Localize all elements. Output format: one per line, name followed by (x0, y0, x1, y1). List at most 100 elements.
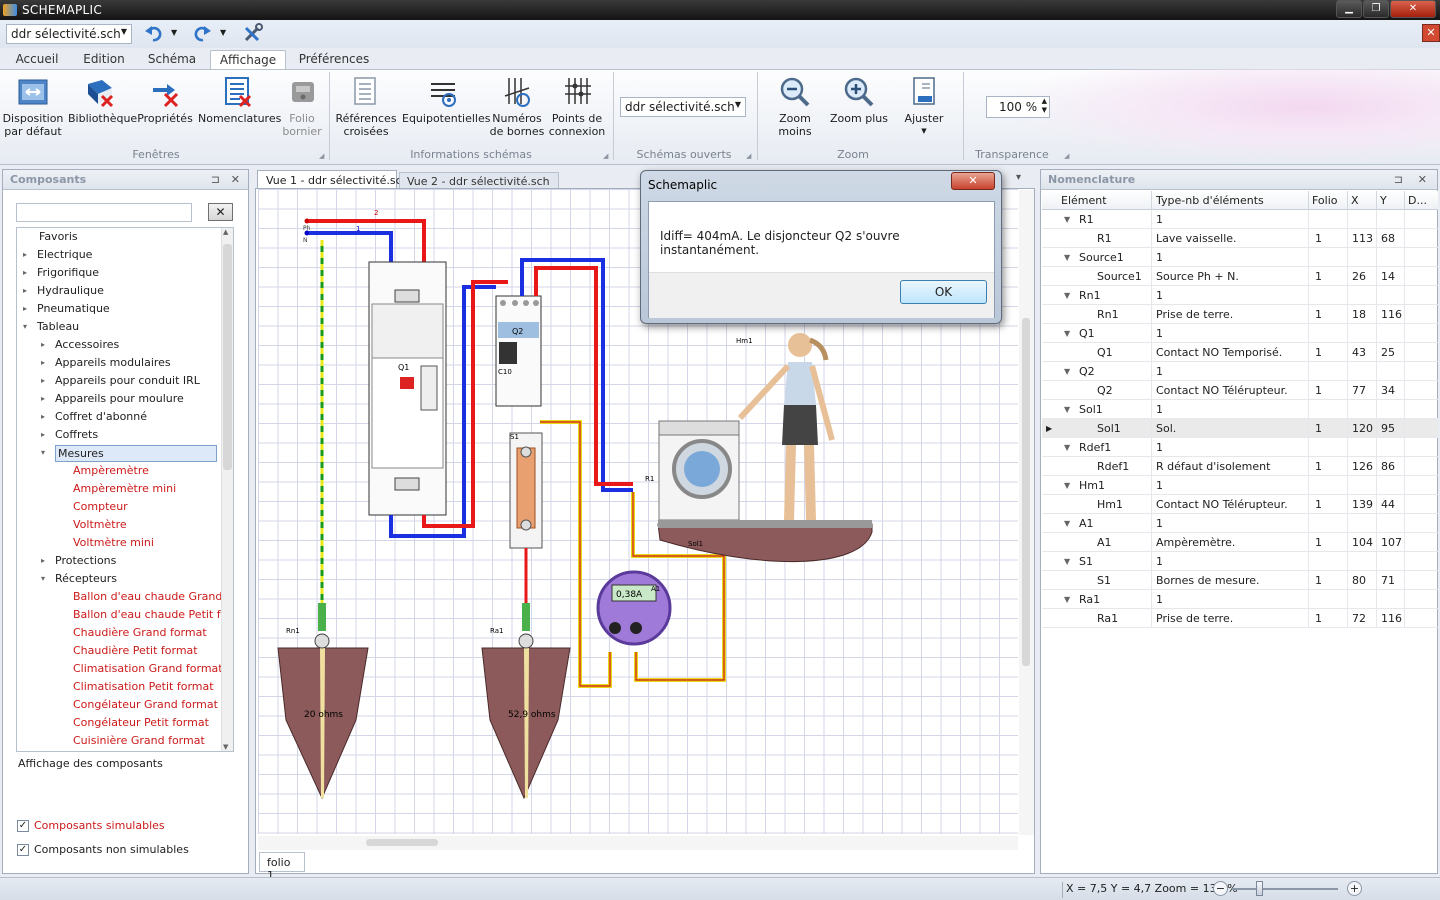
chevron-right-icon[interactable]: ▸ (41, 354, 45, 372)
col-y[interactable]: Y (1380, 194, 1387, 207)
tab-edition[interactable]: Edition (76, 50, 132, 70)
equipotentielles-button[interactable]: Equipotentielles (402, 76, 490, 125)
zoom-out-button[interactable]: − (1213, 881, 1228, 896)
chevron-down-icon[interactable]: ▾ (41, 444, 45, 462)
table-row[interactable]: Hm1 Contact NO Télérupteur. 1 139 44 (1042, 495, 1438, 514)
collapse-icon[interactable]: ▼ (1064, 291, 1070, 300)
collapse-icon[interactable]: ▼ (1064, 519, 1070, 528)
points-connexion-button[interactable]: Points de connexion (548, 76, 606, 138)
tree-item[interactable]: ▸ Coffret d'abonné (17, 408, 221, 426)
zoom-moins-button[interactable]: Zoom moins (762, 76, 828, 138)
tree-item[interactable]: ▾ Mesures (17, 444, 221, 462)
non-simulable-checkbox[interactable]: ✓ (17, 844, 29, 856)
table-row[interactable]: Rdef1 R défaut d'isolement 1 126 86 (1042, 457, 1438, 476)
group-row[interactable]: ▼ Q1 1 (1042, 324, 1438, 343)
group-row[interactable]: ▼ Hm1 1 (1042, 476, 1438, 495)
tree-item[interactable]: Ampèremètre (17, 462, 221, 480)
tree-scrollbar[interactable]: ▲ ▼ (221, 228, 233, 751)
ajuster-button[interactable]: Ajuster ▼ (898, 76, 950, 138)
collapse-icon[interactable]: ▼ (1064, 481, 1070, 490)
chevron-right-icon[interactable]: ▸ (41, 372, 45, 390)
table-row[interactable]: Source1 Source Ph + N. 1 26 14 (1042, 267, 1438, 286)
group-row[interactable]: ▼ Sol1 1 (1042, 400, 1438, 419)
canvas-vscrollbar[interactable] (1019, 190, 1034, 835)
table-row[interactable]: S1 Bornes de mesure. 1 80 71 (1042, 571, 1438, 590)
table-row[interactable]: Q1 Contact NO Temporisé. 1 43 25 (1042, 343, 1438, 362)
group-row[interactable]: ▼ R1 1 (1042, 210, 1438, 229)
tree-item[interactable]: Chaudière Petit format (17, 642, 221, 660)
collapse-icon[interactable]: ▼ (1064, 215, 1070, 224)
tree-item[interactable]: Chaudière Grand format (17, 624, 221, 642)
chevron-right-icon[interactable]: ▸ (23, 282, 27, 300)
zoom-slider-thumb[interactable] (1256, 881, 1263, 896)
collapse-icon[interactable]: ▼ (1064, 557, 1070, 566)
tree-item[interactable]: ▸ Appareils modulaires (17, 354, 221, 372)
table-row[interactable]: R1 Lave vaisselle. 1 113 68 (1042, 229, 1438, 248)
collapse-icon[interactable]: ▼ (1064, 595, 1070, 604)
canvas-hscrollbar[interactable] (258, 836, 1018, 850)
tree-item[interactable]: Cuisinière Grand format (17, 732, 221, 750)
collapse-icon[interactable]: ▼ (1064, 443, 1070, 452)
table-row[interactable]: Rn1 Prise de terre. 1 18 116 (1042, 305, 1438, 324)
disposition-defaut-button[interactable]: Disposition par défaut (2, 76, 64, 138)
close-window-button[interactable]: ✕ (1390, 0, 1436, 18)
zoom-in-button[interactable]: + (1347, 881, 1362, 896)
pin-icon[interactable]: ⊐ (211, 173, 220, 186)
views-dropdown-icon[interactable]: ▾ (1016, 172, 1021, 183)
component-search-input[interactable] (16, 203, 192, 222)
tree-item[interactable]: Voltmètre mini (17, 534, 221, 552)
tab-accueil[interactable]: Accueil (8, 50, 66, 70)
chevron-right-icon[interactable]: ▸ (41, 390, 45, 408)
references-croisees-button[interactable]: Références croisées (334, 76, 398, 138)
collapse-icon[interactable]: ▼ (1064, 405, 1070, 414)
bibliotheque-button[interactable]: Bibliothèque (68, 76, 137, 125)
chevron-right-icon[interactable]: ▸ (41, 408, 45, 426)
tree-item[interactable]: Favoris (17, 228, 221, 246)
group-row[interactable]: ▼ Rdef1 1 (1042, 438, 1438, 457)
undo-icon[interactable] (144, 23, 164, 43)
maximize-button[interactable]: ❐ (1363, 0, 1389, 18)
chevron-down-icon[interactable]: ▾ (23, 318, 27, 336)
tree-item[interactable]: ▾ Tableau (17, 318, 221, 336)
tree-scroll-thumb[interactable] (223, 244, 232, 470)
transparency-spinner[interactable]: 100 % ▲ ▼ (986, 96, 1050, 118)
tree-item[interactable]: ▸ Electrique (17, 246, 221, 264)
tree-item[interactable]: ▸ Frigorifique (17, 264, 221, 282)
table-row[interactable]: ▶ Sol1 Sol. 1 120 95 (1042, 419, 1438, 438)
tree-item[interactable]: ▸ Appareils pour conduit IRL (17, 372, 221, 390)
tree-item[interactable]: ▾ Récepteurs (17, 570, 221, 588)
close-icon[interactable]: ✕ (1418, 173, 1427, 186)
close-icon[interactable]: ✕ (231, 173, 240, 186)
dialog-close-button[interactable]: ✕ (951, 172, 995, 190)
tree-item[interactable]: Climatisation Petit format (17, 678, 221, 696)
group-row[interactable]: ▼ Ra1 1 (1042, 590, 1438, 609)
minimize-button[interactable]: ▁ (1336, 0, 1362, 18)
redo-dropdown-icon[interactable]: ▼ (220, 28, 226, 37)
tree-item[interactable]: Voltmètre (17, 516, 221, 534)
chevron-down-icon[interactable]: ▾ (41, 570, 45, 588)
col-element[interactable]: Elément (1061, 194, 1107, 207)
folio-bornier-button[interactable]: Folio bornier (280, 76, 324, 138)
col-d[interactable]: D... (1408, 194, 1427, 207)
tree-item[interactable]: Ballon d'eau chaude Grand... (17, 588, 233, 606)
tree-item[interactable]: Ampèremètre mini (17, 480, 221, 498)
canvas-vscroll-thumb[interactable] (1022, 318, 1030, 666)
close-document-button[interactable]: ✕ (1422, 24, 1440, 42)
redo-icon[interactable] (192, 23, 212, 43)
canvas-hscroll-thumb[interactable] (366, 839, 438, 846)
clear-search-button[interactable]: ✕ (208, 203, 233, 221)
simulable-checkbox[interactable]: ✓ (17, 820, 29, 832)
tree-item[interactable]: ▸ Appareils pour moulure (17, 390, 221, 408)
table-row[interactable]: Ra1 Prise de terre. 1 72 116 (1042, 609, 1438, 628)
table-row[interactable]: Q2 Contact NO Télérupteur. 1 77 34 (1042, 381, 1438, 400)
undo-dropdown-icon[interactable]: ▼ (171, 28, 177, 37)
scroll-down-icon[interactable]: ▼ (223, 743, 228, 751)
group-row[interactable]: ▼ Rn1 1 (1042, 286, 1438, 305)
table-row[interactable]: A1 Ampèremètre. 1 104 107 (1042, 533, 1438, 552)
tab-schema[interactable]: Schéma (142, 50, 202, 70)
col-type[interactable]: Type-nb d'éléments (1156, 194, 1264, 207)
spinner-arrows-icon[interactable]: ▲ ▼ (1042, 97, 1047, 115)
zoom-plus-button[interactable]: Zoom plus (830, 76, 888, 125)
chevron-right-icon[interactable]: ▸ (41, 426, 45, 444)
group-row[interactable]: ▼ Source1 1 (1042, 248, 1438, 267)
